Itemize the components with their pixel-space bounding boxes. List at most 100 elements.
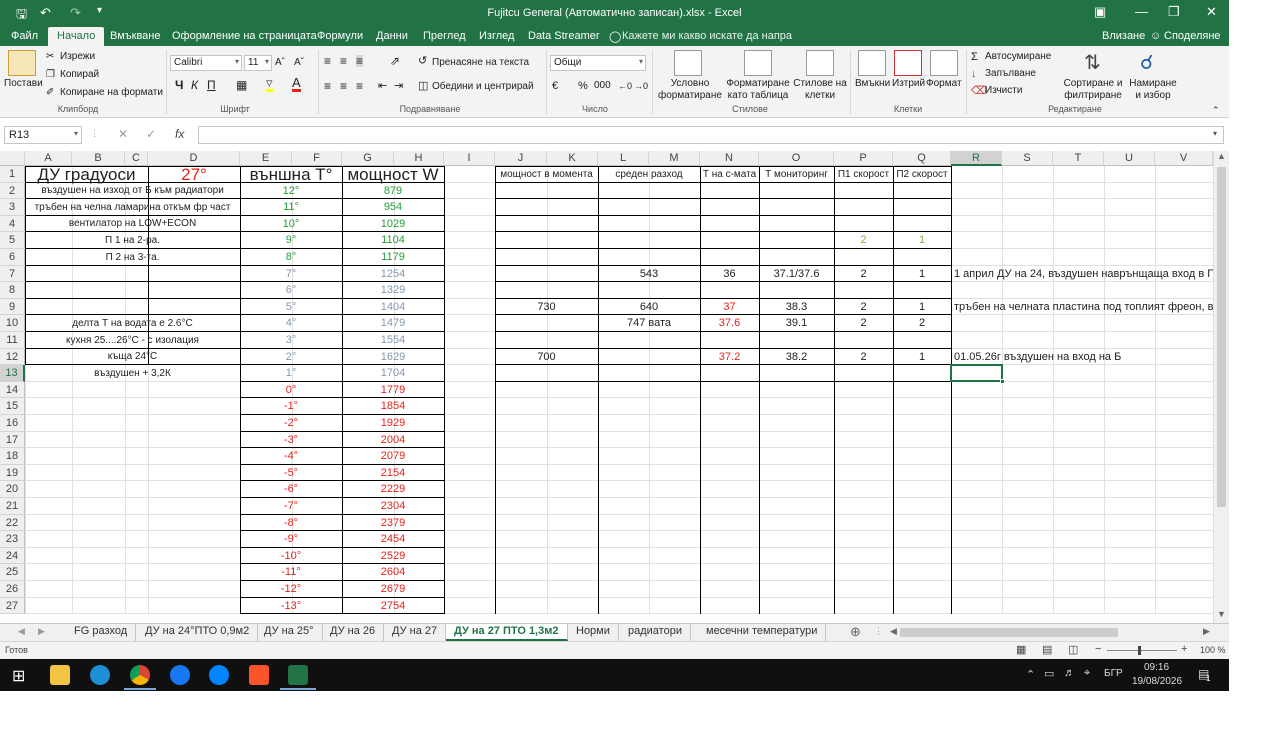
outdoor-temp-cell[interactable]: -2° [240, 415, 342, 432]
tab-review[interactable]: Преглед [423, 30, 466, 42]
power-cell[interactable]: 2454 [342, 531, 444, 548]
row-header[interactable]: 22 [0, 515, 25, 531]
tab-formulas[interactable]: Формули [317, 30, 363, 42]
tab-page-layout[interactable]: Оформление на страницата [172, 30, 317, 42]
column-header[interactable]: R [951, 151, 1002, 166]
power-cell[interactable]: 2379 [342, 515, 444, 531]
column-header[interactable]: L [598, 151, 649, 166]
outdoor-temp-cell[interactable]: -8° [240, 515, 342, 531]
power-cell[interactable]: 2079 [342, 448, 444, 465]
power-cell[interactable]: 1704 [342, 365, 444, 382]
header-power[interactable]: мощност W [342, 166, 444, 183]
column-header[interactable]: E [240, 151, 292, 166]
row-header[interactable]: 15 [0, 398, 25, 415]
increase-decimal-icon[interactable]: ←0 [618, 80, 632, 92]
power-cell[interactable]: 879 [342, 183, 444, 199]
scroll-up-icon[interactable]: ▲ [1217, 151, 1226, 161]
scroll-right-icon[interactable]: ▶ [1203, 626, 1210, 637]
header-current-power[interactable]: мощност в момента [495, 166, 598, 183]
cell-styles-button[interactable]: Стилове на клетки [792, 78, 848, 102]
power-cell[interactable]: 1329 [342, 282, 444, 299]
table-cell[interactable]: 640 [598, 299, 700, 315]
row-header[interactable]: 19 [0, 465, 25, 481]
formula-input[interactable] [198, 126, 1224, 144]
column-header[interactable]: V [1155, 151, 1213, 166]
column-header[interactable]: F [292, 151, 342, 166]
brave-icon[interactable] [249, 665, 269, 685]
font-color-icon[interactable]: A [292, 76, 301, 92]
delete-cells-button[interactable]: Изтрий [892, 78, 925, 90]
column-header[interactable]: P [834, 151, 893, 166]
outdoor-temp-cell[interactable]: 1° [240, 365, 342, 382]
note-cell[interactable]: въздушен на изход от Б към радиатори [25, 183, 240, 199]
autosum-button[interactable]: Автосумиране [985, 51, 1051, 63]
sheet-tab[interactable]: ДУ на 25° [256, 624, 323, 641]
outdoor-temp-cell[interactable]: -9° [240, 531, 342, 548]
underline-button[interactable]: П [207, 79, 216, 91]
column-header[interactable]: Q [893, 151, 951, 166]
increase-indent-icon[interactable]: ⇥ [394, 80, 403, 92]
add-sheet-icon[interactable]: ⊕ [850, 624, 861, 640]
expand-formula-icon[interactable]: ▾ [1213, 129, 1217, 138]
prev-sheet-icon[interactable]: ◀ [18, 626, 25, 637]
outdoor-temp-cell[interactable]: -5° [240, 465, 342, 481]
power-cell[interactable]: 2229 [342, 481, 444, 498]
column-header[interactable]: M [649, 151, 700, 166]
excel-taskbar-icon[interactable] [288, 665, 308, 685]
table-cell[interactable]: 36 [700, 266, 759, 282]
table-cell[interactable]: 730 [495, 299, 598, 315]
note-cell[interactable]: тръбен на челна ламарина откъм фр част [25, 199, 240, 216]
outdoor-temp-cell[interactable]: -11° [240, 564, 342, 581]
table-cell[interactable]: 37.2 [700, 349, 759, 365]
sheet-tab[interactable]: месечни температури [698, 624, 827, 641]
power-cell[interactable]: 2604 [342, 564, 444, 581]
table-cell[interactable]: 700 [495, 349, 598, 365]
facebook-icon[interactable] [170, 665, 190, 685]
outdoor-temp-cell[interactable]: 9° [240, 232, 342, 249]
row-header[interactable]: 16 [0, 415, 25, 432]
number-format-select[interactable]: Общи ▾ [550, 55, 646, 71]
ribbon-display-icon[interactable]: ▣ [1094, 4, 1106, 20]
power-cell[interactable]: 1854 [342, 398, 444, 415]
table-cell[interactable]: 38.2 [759, 349, 834, 365]
table-cell[interactable]: 37.6 [700, 315, 759, 332]
column-header[interactable]: A [25, 151, 72, 166]
comma-style-icon[interactable]: 000 [594, 80, 611, 92]
format-as-table-button[interactable]: Форматиране като таблица [724, 78, 792, 102]
table-cell[interactable]: 1 [893, 266, 951, 282]
maximize-icon[interactable]: ❐ [1168, 4, 1180, 20]
outdoor-temp-cell[interactable]: 2° [240, 349, 342, 365]
row-header[interactable]: 25 [0, 564, 25, 581]
italic-button[interactable]: К [191, 79, 198, 91]
note-cell[interactable]: П 1 на 2-ра. [25, 232, 240, 249]
tab-data-streamer[interactable]: Data Streamer [528, 30, 600, 42]
row-header[interactable]: 9 [0, 299, 25, 315]
sheet-tab[interactable]: ДУ на 26 [322, 624, 385, 641]
wrap-text-button[interactable]: Пренасяне на текста [432, 57, 529, 69]
table-cell[interactable]: 1 [893, 232, 951, 249]
vertical-scrollbar[interactable]: ▲ ▼ [1213, 151, 1229, 623]
note-cell[interactable]: П 2 на 3-та. [25, 249, 240, 266]
merge-center-button[interactable]: Обедини и центрирай [432, 81, 534, 93]
close-icon[interactable]: ✕ [1206, 4, 1217, 20]
row-header[interactable]: 5 [0, 232, 25, 249]
column-header[interactable]: N [700, 151, 759, 166]
copy-button[interactable]: Копирай [60, 69, 99, 81]
currency-icon[interactable]: € [552, 80, 558, 92]
next-sheet-icon[interactable]: ▶ [38, 626, 45, 637]
cancel-icon[interactable]: ✕ [118, 127, 128, 141]
clear-button[interactable]: Изчисти [985, 85, 1022, 97]
minimize-icon[interactable]: — [1135, 4, 1148, 19]
outdoor-temp-cell[interactable]: -1° [240, 398, 342, 415]
conditional-format-button[interactable]: Условно форматиране [656, 78, 724, 102]
table-cell[interactable]: 2 [834, 315, 893, 332]
worksheet-grid[interactable]: A B C D E F G H I J K L M N O P Q R S T U V 1 2 3 4 5 6 7 8 9 10 11 12 13 1… [0, 151, 1213, 623]
tab-file[interactable]: Файл [11, 30, 38, 42]
tab-view[interactable]: Изглед [479, 30, 514, 42]
outdoor-temp-cell[interactable]: 3° [240, 332, 342, 349]
header-avg-consumption[interactable]: среден разход [598, 166, 700, 183]
cut-button[interactable]: Изрежи [60, 51, 95, 63]
sheet-tab[interactable]: радиатори [620, 624, 691, 641]
table-cell[interactable]: 2 [834, 349, 893, 365]
format-cells-button[interactable]: Формат [926, 78, 962, 90]
